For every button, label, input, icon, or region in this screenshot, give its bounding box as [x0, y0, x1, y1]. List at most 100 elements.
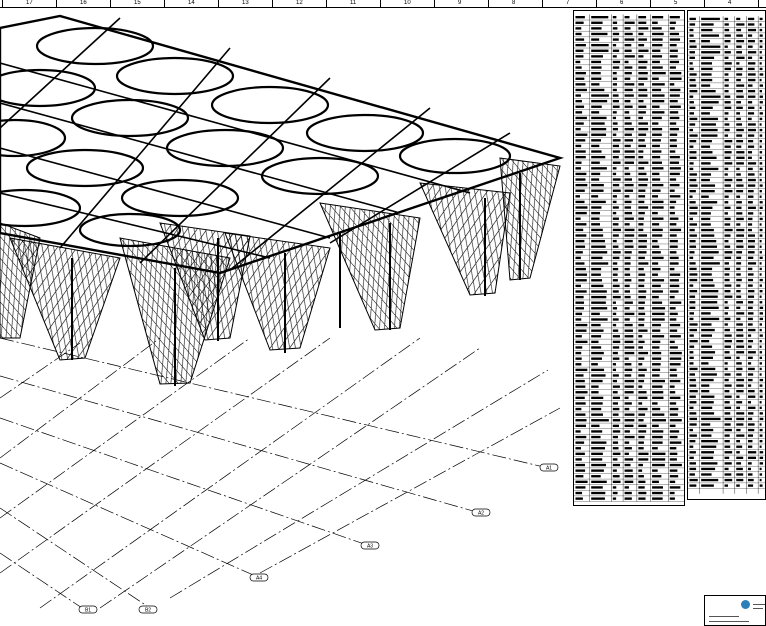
table-cell-ink	[591, 301, 606, 304]
table-cell-ink	[759, 328, 762, 332]
table-cell-ink	[624, 55, 635, 58]
table-cell-ink	[638, 211, 645, 215]
table-cell-ink	[736, 184, 744, 187]
table-cell-ink	[759, 478, 762, 482]
table-cell-ink	[701, 323, 712, 326]
table-cell-ink	[759, 273, 762, 276]
table-cell-ink	[736, 278, 742, 282]
table-cell-ink	[759, 51, 762, 54]
table-cell-ink	[652, 116, 662, 120]
table-cell-ink	[669, 66, 676, 69]
table-cell-ink	[624, 307, 630, 310]
table-cell-ink	[638, 301, 645, 304]
table-cell-ink	[591, 239, 605, 243]
table-cell-ink	[669, 99, 678, 103]
table-cell-ink	[724, 128, 730, 132]
table-cell-ink	[638, 497, 646, 500]
table-cell-ink	[689, 106, 696, 109]
table-cell-ink	[724, 245, 731, 248]
table-cell-ink	[724, 201, 729, 204]
table-cell-ink	[652, 66, 663, 69]
table-cell-ink	[638, 38, 647, 41]
table-cell-ink	[736, 89, 743, 93]
table-cell-ink	[638, 239, 647, 243]
table-cell-ink	[591, 279, 603, 282]
table-cell-ink	[575, 161, 582, 164]
table-cell-ink	[701, 184, 716, 187]
table-cell-ink	[724, 467, 729, 471]
table-cell-ink	[736, 106, 743, 109]
table-cell-ink	[575, 32, 582, 36]
table-cell-ink	[575, 463, 585, 467]
table-cell-ink	[669, 139, 677, 142]
table-cell-ink	[747, 362, 752, 365]
table-cell-ink	[669, 77, 682, 80]
ruler-tick	[110, 0, 111, 8]
table-cell-ink	[724, 56, 729, 59]
table-cell-ink	[652, 262, 659, 265]
table-cell-ink	[591, 111, 600, 114]
table-cell-ink	[575, 234, 587, 237]
table-cell-ink	[701, 484, 714, 487]
table-cell-ink	[759, 345, 762, 348]
table-cell-ink	[652, 407, 661, 411]
grid-tag-b2: B2	[138, 605, 158, 614]
table-cell-ink	[624, 284, 630, 288]
table-cell-ink	[652, 368, 661, 372]
table-cell-ink	[575, 430, 581, 433]
table-cell-ink	[624, 413, 635, 416]
table-cell-ink	[724, 62, 732, 65]
table-cell-ink	[689, 301, 696, 304]
table-cell-ink	[701, 278, 714, 282]
table-cell-ink	[747, 45, 753, 48]
table-cell-ink	[689, 439, 696, 443]
table-cell-ink	[638, 407, 648, 411]
table-cell-ink	[701, 267, 713, 271]
table-cell-ink	[575, 27, 582, 30]
table-cell-ink	[638, 189, 646, 192]
table-cell-ink	[612, 273, 618, 276]
table-cell-ink	[701, 117, 718, 121]
table-cell-ink	[591, 133, 607, 136]
table-cell-ink	[701, 245, 718, 248]
table-cell-ink	[652, 346, 660, 349]
table-cell-ink	[759, 423, 762, 426]
table-cell-ink	[638, 111, 646, 114]
table-cell-ink	[747, 145, 755, 148]
table-cell-ink	[591, 323, 601, 327]
table-cell-ink	[747, 384, 752, 387]
table-cell-ink	[612, 167, 617, 170]
table-cell-ink	[747, 112, 755, 115]
table-cell-ink	[652, 234, 663, 237]
table-cell-ink	[638, 178, 649, 181]
table-cell-ink	[759, 234, 763, 237]
table-cell-ink	[612, 452, 621, 456]
grid-tag-label: B1	[85, 608, 91, 614]
table-cell-ink	[652, 239, 658, 243]
table-cell-ink	[689, 123, 696, 126]
table-cell-ink	[624, 491, 632, 495]
table-cell-ink	[736, 56, 745, 59]
table-cell-ink	[624, 200, 632, 204]
table-cell-ink	[759, 217, 763, 221]
table-cell-ink	[652, 43, 663, 47]
table-cell-ink	[624, 66, 633, 69]
table-cell-ink	[612, 228, 621, 232]
table-cell-ink	[724, 389, 730, 393]
table-cell-ink	[669, 435, 678, 439]
table-cell-ink	[759, 212, 762, 215]
table-cell-ink	[724, 417, 732, 421]
table-cell-ink	[669, 38, 681, 41]
table-cell-ink	[736, 395, 740, 398]
table-cell-ink	[701, 45, 721, 48]
table-cell-ink	[724, 401, 730, 404]
table-cell-ink	[669, 469, 678, 472]
table-cell-ink	[701, 417, 721, 421]
table-cell-ink	[612, 262, 618, 265]
table-cell-ink	[624, 21, 635, 24]
table-cell-ink	[759, 162, 763, 165]
table-cell-ink	[624, 251, 632, 254]
table-cell-ink	[701, 445, 717, 448]
table-cell-ink	[624, 155, 635, 159]
table-cell-ink	[736, 373, 742, 376]
